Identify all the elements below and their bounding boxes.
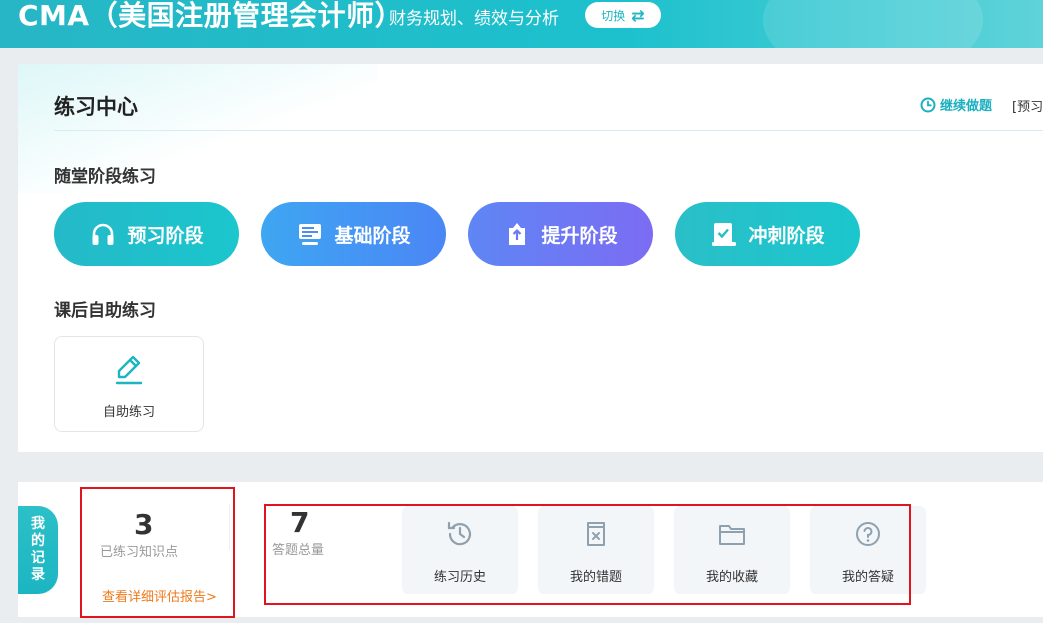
- continue-practice-link[interactable]: 继续做题: [920, 95, 992, 114]
- page-title: 练习中心: [54, 95, 138, 119]
- my-records-tab[interactable]: 我 的 记 录: [18, 506, 58, 594]
- self-section-title: 课后自助练习: [54, 301, 156, 321]
- stage-label: 提升阶段: [541, 224, 618, 247]
- tab-char: 记: [31, 550, 45, 566]
- clock-icon: [920, 97, 936, 112]
- stage-button-sprint[interactable]: 冲刺阶段: [675, 202, 860, 266]
- highlight-box-actions: [264, 504, 911, 605]
- stage-button-preview[interactable]: 预习阶段: [54, 202, 239, 266]
- top-banner: CMA（美国注册管理会计师） 财务规划、绩效与分析 切换 ⇄: [0, 0, 1043, 48]
- stage-label: 冲刺阶段: [748, 224, 825, 247]
- switch-label: 切换: [601, 8, 626, 23]
- tab-char: 我: [31, 516, 45, 532]
- stage-label: 基础阶段: [334, 224, 411, 247]
- stage-label: 预习阶段: [127, 224, 204, 247]
- course-subtitle: 财务规划、绩效与分析: [389, 9, 559, 29]
- stage-button-basic[interactable]: 基础阶段: [261, 202, 446, 266]
- self-practice-label: 自助练习: [102, 405, 155, 420]
- stage-section-title: 随堂阶段练习: [54, 167, 156, 187]
- swap-icon: ⇄: [631, 5, 645, 25]
- pencil-icon: [115, 355, 143, 385]
- header-divider: [54, 130, 1043, 131]
- stage-button-improve[interactable]: 提升阶段: [468, 202, 653, 266]
- continue-practice-label: 继续做题: [940, 99, 993, 114]
- headphones-icon: [92, 223, 114, 245]
- preview-tag: [预习: [1012, 100, 1043, 115]
- highlight-box-knowledge: [80, 487, 235, 618]
- checklist-icon: [712, 223, 737, 246]
- practice-center-panel: 练习中心 继续做题 [预习 随堂阶段练习 预习阶段 基础阶段 提升阶段 冲刺阶段…: [18, 64, 1043, 452]
- tab-char: 的: [31, 533, 45, 549]
- course-title: CMA（美国注册管理会计师）: [18, 0, 404, 32]
- self-practice-card[interactable]: 自助练习: [54, 336, 204, 432]
- upload-box-icon: [509, 223, 526, 245]
- monitor-icon: [299, 224, 322, 245]
- switch-button[interactable]: 切换 ⇄: [585, 2, 661, 28]
- tab-char: 录: [31, 567, 45, 583]
